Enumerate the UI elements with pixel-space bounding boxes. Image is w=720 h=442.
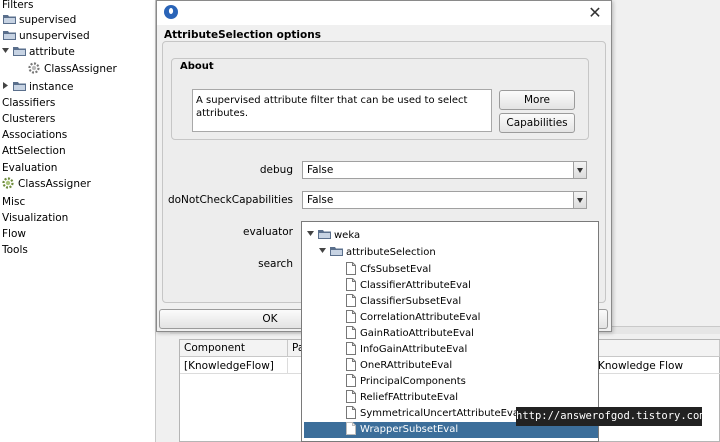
tree-item-classassigner[interactable]: ClassAssigner [27, 61, 117, 77]
tree-leaf-classifierattributeeval[interactable]: ClassifierAttributeEval [346, 278, 471, 294]
collapsed-triangle-icon[interactable] [2, 82, 10, 90]
file-icon [346, 310, 356, 323]
tree-item-classifiers[interactable]: Classifiers [2, 95, 55, 111]
gear-icon [1, 176, 15, 190]
tree-node-attributeselection[interactable]: attributeSelection [319, 245, 436, 261]
folder-icon [3, 14, 16, 24]
folder-open-icon [13, 46, 26, 56]
file-icon [346, 406, 356, 419]
evaluator-label: evaluator [243, 226, 293, 238]
capabilities-button[interactable]: Capabilities [499, 113, 575, 133]
about-description: A supervised attribute filter that can b… [192, 89, 492, 132]
search-label: search [258, 258, 293, 270]
file-icon [346, 294, 356, 307]
file-icon [346, 262, 356, 275]
tree-item-instance[interactable]: instance [2, 79, 73, 95]
file-icon [346, 342, 356, 355]
table-cell-knowledge-flow: Knowledge Flow [598, 360, 684, 372]
chevron-down-icon[interactable] [573, 192, 586, 208]
tree-leaf-wrappersubseteval[interactable]: WrapperSubsetEval [346, 422, 458, 438]
file-icon [346, 374, 356, 387]
tree-leaf-gainratioattributeeval[interactable]: GainRatioAttributeEval [346, 326, 474, 342]
tree-item-supervised[interactable]: supervised [3, 12, 76, 28]
tree-item-unsupervised[interactable]: unsupervised [3, 28, 90, 44]
tree-leaf-classifiersubseteval[interactable]: ClassifierSubsetEval [346, 294, 461, 310]
tree-leaf-symmetricaluncertattributeeval[interactable]: SymmetricalUncertAttributeEval [346, 406, 522, 422]
tree-leaf-principalcomponents[interactable]: PrincipalComponents [346, 374, 466, 390]
tree-item-misc[interactable]: Misc [2, 194, 25, 210]
dialog-header: AttributeSelection options [164, 29, 321, 41]
watermark: http://answerofgod.tistory.com [516, 407, 706, 426]
tree-item-evaluation[interactable]: Evaluation [2, 160, 57, 176]
folder-icon [3, 30, 16, 40]
expanded-triangle-icon[interactable] [2, 47, 10, 55]
more-button[interactable]: More [499, 90, 575, 110]
folder-icon [330, 246, 343, 256]
tree-item-clusterers[interactable]: Clusterers [2, 111, 55, 127]
file-icon [346, 390, 356, 403]
expanded-triangle-icon[interactable] [307, 230, 315, 238]
tree-item-tools[interactable]: Tools [2, 242, 28, 258]
tree-item-flow[interactable]: Flow [2, 226, 26, 242]
file-icon [346, 326, 356, 339]
table-cell-component[interactable]: [KnowledgeFlow] [180, 358, 288, 374]
gear-icon [27, 61, 41, 75]
folder-icon [13, 81, 26, 91]
do-not-check-capabilities-label: doNotCheckCapabilities [167, 194, 293, 206]
file-icon [346, 422, 356, 435]
tree-leaf-onerattributeeval[interactable]: OneRAttributeEval [346, 358, 452, 374]
tree-leaf-correlationattributeeval[interactable]: CorrelationAttributeEval [346, 310, 480, 326]
tree-leaf-relieffattributeeval[interactable]: ReliefFAttributeEval [346, 390, 458, 406]
file-icon [346, 358, 356, 371]
table-header-component[interactable]: Component [180, 340, 288, 357]
tree-item-visualization[interactable]: Visualization [2, 210, 68, 226]
chevron-down-icon[interactable] [573, 162, 586, 178]
expanded-triangle-icon[interactable] [319, 247, 327, 255]
tree-item-attselection[interactable]: AttSelection [2, 143, 66, 159]
debug-select[interactable]: False [302, 161, 587, 179]
weka-app-icon [164, 5, 178, 19]
folder-icon [318, 229, 331, 239]
component-tree: Filters supervised unsupervised attribut… [0, 0, 155, 442]
tree-item-attribute[interactable]: attribute [2, 44, 75, 60]
debug-label: debug [259, 164, 293, 176]
tree-leaf-infogainattributeeval[interactable]: InfoGainAttributeEval [346, 342, 467, 358]
tree-item-associations[interactable]: Associations [2, 127, 67, 143]
dialog-titlebar[interactable]: ✕ [157, 1, 611, 25]
tree-leaf-cfssubseteval[interactable]: CfsSubsetEval [346, 262, 431, 278]
about-title: About [180, 61, 214, 72]
file-icon [346, 278, 356, 291]
close-icon[interactable]: ✕ [585, 3, 605, 23]
do-not-check-capabilities-select[interactable]: False [302, 191, 587, 209]
tree-item-classassigner-eval[interactable]: ClassAssigner [1, 176, 91, 192]
tree-node-weka[interactable]: weka [307, 228, 360, 244]
